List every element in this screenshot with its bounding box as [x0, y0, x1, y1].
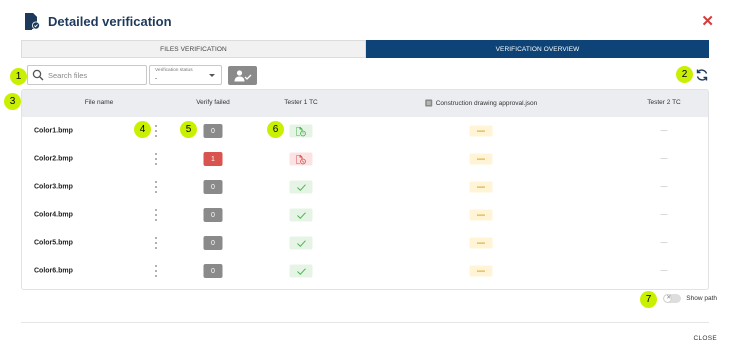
verify-failed-count: 0	[203, 236, 223, 250]
column-json[interactable]: Construction drawing approval.json	[425, 99, 538, 107]
toggle-off-icon: ✕	[666, 295, 672, 301]
verification-status-value: -	[155, 75, 158, 82]
json-status[interactable]: —	[469, 265, 493, 277]
document-icon	[425, 99, 433, 107]
file-verified-icon	[25, 13, 40, 30]
table-row: Color5.bmp 0 — —	[22, 229, 708, 257]
tester2-status: —	[660, 155, 668, 163]
verification-status-select[interactable]: Verification status -	[149, 65, 222, 85]
json-status[interactable]: —	[469, 153, 493, 165]
file-name-cell: Color2.bmp	[34, 155, 73, 163]
tester1-status[interactable]	[289, 264, 313, 278]
show-path-label: Show path	[686, 295, 717, 302]
tester2-status: —	[660, 183, 668, 191]
file-failed-icon	[296, 154, 306, 164]
json-status[interactable]: —	[469, 237, 493, 249]
table-row: Color2.bmp 1 — —	[22, 145, 708, 173]
tester1-status[interactable]	[289, 124, 313, 138]
user-check-icon	[234, 69, 251, 81]
column-file-name[interactable]: File name	[85, 99, 114, 106]
tester1-status[interactable]	[289, 208, 313, 222]
search-input[interactable]	[48, 70, 144, 80]
verify-failed-count: 1	[203, 152, 223, 166]
tester1-status[interactable]	[289, 236, 313, 250]
row-menu-icon[interactable]	[154, 153, 158, 165]
annotation-badge: 6	[267, 121, 284, 138]
tester2-status: —	[660, 239, 668, 247]
file-name-cell: Color4.bmp	[34, 211, 73, 219]
row-menu-icon[interactable]	[154, 125, 158, 137]
file-name-cell: Color5.bmp	[34, 239, 73, 247]
json-status[interactable]: —	[469, 181, 493, 193]
show-path-toggle[interactable]: ✕	[663, 294, 682, 303]
verification-status-label: Verification status	[155, 68, 193, 73]
tab-files-verification[interactable]: FILES VERIFICATION	[21, 40, 366, 58]
table-row: Color3.bmp 0 — —	[22, 173, 708, 201]
column-tester1[interactable]: Tester 1 TC	[284, 99, 317, 106]
annotation-badge: 4	[134, 121, 151, 138]
check-icon	[296, 267, 306, 275]
annotation-badge: 3	[4, 93, 21, 110]
verification-table: File name Verify failed Tester 1 TC Cons…	[21, 89, 709, 290]
tester2-status: —	[660, 127, 668, 135]
refresh-icon[interactable]	[695, 68, 709, 82]
file-name-cell: Color1.bmp	[34, 127, 73, 135]
show-path-control: ✕ Show path	[663, 294, 717, 303]
table-row: Color1.bmp 0 — —	[22, 117, 708, 145]
search-icon	[32, 69, 44, 81]
annotation-badge: 7	[640, 291, 657, 308]
verify-failed-count: 0	[203, 264, 223, 278]
tester2-status: —	[660, 211, 668, 219]
tester1-status[interactable]	[289, 152, 313, 166]
file-name-cell: Color6.bmp	[34, 267, 73, 275]
annotation-badge: 5	[180, 121, 197, 138]
tab-bar: FILES VERIFICATION VERIFICATION OVERVIEW	[21, 40, 709, 58]
search-box	[27, 65, 147, 85]
annotation-badge: 2	[676, 66, 693, 83]
file-name-cell: Color3.bmp	[34, 183, 73, 191]
annotation-badge: 1	[10, 68, 27, 85]
assign-tester-button[interactable]	[228, 66, 257, 85]
column-tester2[interactable]: Tester 2 TC	[647, 99, 680, 106]
check-icon	[296, 211, 306, 219]
column-json-label: Construction drawing approval.json	[435, 99, 538, 107]
dialog-header: Detailed verification ✕	[24, 10, 718, 32]
table-row: Color4.bmp 0 — —	[22, 201, 708, 229]
tab-verification-overview[interactable]: VERIFICATION OVERVIEW	[366, 40, 709, 58]
check-icon	[296, 183, 306, 191]
verify-failed-count: 0	[203, 124, 223, 138]
column-verify-failed[interactable]: Verify failed	[196, 99, 230, 106]
footer-divider	[21, 322, 709, 323]
tester1-status[interactable]	[289, 180, 313, 194]
check-icon	[296, 239, 306, 247]
caret-down-icon	[209, 74, 215, 77]
toolbar: Verification status -	[21, 63, 709, 87]
dialog-title: Detailed verification	[48, 13, 172, 29]
close-icon[interactable]: ✕	[701, 12, 714, 30]
close-button[interactable]: CLOSE	[693, 335, 717, 342]
row-menu-icon[interactable]	[154, 181, 158, 193]
json-status[interactable]: —	[469, 125, 493, 137]
row-menu-icon[interactable]	[154, 265, 158, 277]
table-header: File name Verify failed Tester 1 TC Cons…	[22, 90, 708, 117]
verify-failed-count: 0	[203, 208, 223, 222]
json-status[interactable]: —	[469, 209, 493, 221]
tester2-status: —	[660, 267, 668, 275]
table-row: Color6.bmp 0 — —	[22, 257, 708, 285]
verify-failed-count: 0	[203, 180, 223, 194]
row-menu-icon[interactable]	[154, 209, 158, 221]
file-pending-icon	[296, 126, 306, 136]
row-menu-icon[interactable]	[154, 237, 158, 249]
